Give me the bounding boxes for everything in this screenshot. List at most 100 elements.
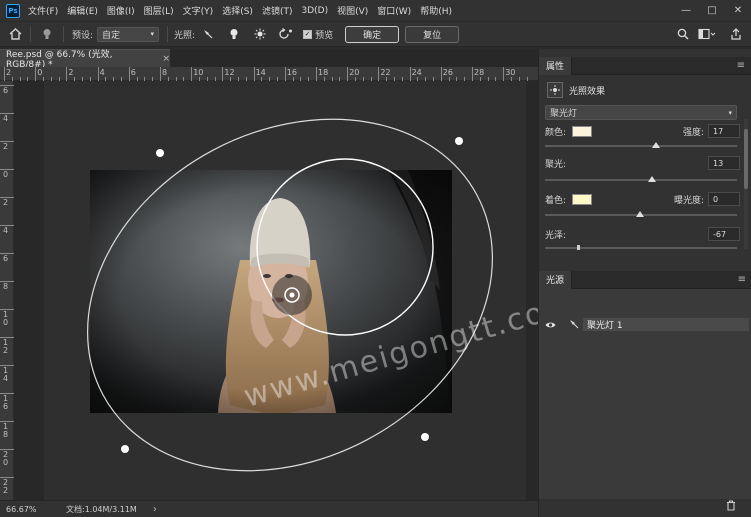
light-layer-name: 聚光灯 1	[587, 321, 623, 331]
color-row: 颜色: 强度: 17	[545, 124, 740, 138]
ruler-v-label: 16	[3, 394, 9, 411]
ruler-tick	[409, 67, 411, 81]
ruler-h-label: 8	[162, 68, 168, 77]
menu-help[interactable]: 帮助(H)	[420, 4, 452, 17]
ellipse-handle-bottom-right[interactable]	[421, 433, 429, 441]
light-color-swatch[interactable]	[572, 125, 593, 137]
hotspot-label: 聚光:	[545, 159, 567, 170]
ruler-v-label: 2	[3, 198, 9, 207]
menu-layer[interactable]: 图层(L)	[144, 4, 174, 17]
trash-icon[interactable]	[726, 500, 736, 514]
lightbulb-icon[interactable]	[31, 28, 63, 40]
ruler-tick	[0, 253, 14, 254]
ruler-tick	[0, 393, 14, 394]
zoom-level[interactable]: 66.67%	[6, 505, 62, 514]
reset-button[interactable]: 复位	[405, 25, 460, 43]
ruler-tick	[472, 67, 473, 81]
ruler-tick	[0, 337, 14, 338]
search-icon[interactable]	[676, 28, 690, 40]
preview-checkbox[interactable]: ✓	[303, 29, 313, 39]
close-tab-icon[interactable]: ×	[162, 54, 170, 64]
tab-properties[interactable]: 属性	[539, 56, 573, 75]
ruler-v-label: 4	[3, 114, 9, 123]
share-icon[interactable]	[729, 28, 743, 40]
hotspot-input[interactable]: 13	[708, 156, 740, 170]
ruler-tick	[253, 67, 255, 81]
gloss-slider[interactable]	[545, 247, 737, 249]
gloss-input[interactable]: -67	[708, 227, 740, 241]
ruler-h-label: 2	[6, 68, 12, 77]
ruler-v-label: 22	[3, 478, 9, 495]
home-icon[interactable]	[0, 28, 30, 40]
ruler-tick	[0, 365, 14, 366]
menu-3d[interactable]: 3D(D)	[301, 6, 328, 16]
intensity-label: 强度:	[682, 127, 704, 138]
ruler-h-label: 4	[99, 68, 105, 77]
maximize-button[interactable]: □	[699, 0, 725, 21]
visibility-eye-icon[interactable]	[545, 321, 556, 332]
chevron-down-icon: ▾	[150, 30, 155, 38]
light-layer-row[interactable]: 聚光灯 1	[583, 318, 749, 331]
menu-type[interactable]: 文字(Y)	[183, 4, 214, 17]
minimize-button[interactable]: —	[673, 0, 699, 21]
menu-select[interactable]: 选择(S)	[222, 4, 253, 17]
intensity-slider-thumb[interactable]	[652, 142, 660, 148]
reset-light-icon[interactable]	[273, 28, 299, 40]
menu-edit[interactable]: 编辑(E)	[67, 4, 98, 17]
light-effect-icon	[547, 82, 563, 98]
light-label: 光照:	[174, 30, 196, 41]
gloss-slider-thumb[interactable]	[577, 245, 580, 250]
light-type-dropdown[interactable]: 聚光灯 ▾	[545, 105, 737, 120]
colorize-label: 着色:	[545, 195, 567, 206]
horizontal-ruler: 2 0 2 4 6 8 10 12 14 16 18 20 22 24 26 28 30	[0, 67, 538, 81]
new-spotlight-icon[interactable]	[195, 28, 221, 40]
ruler-h-label: 20	[349, 68, 360, 77]
hotspot-slider-thumb[interactable]	[648, 176, 656, 182]
intensity-input[interactable]: 17	[708, 124, 740, 138]
ruler-h-label: 28	[474, 68, 485, 77]
ruler-h-label: 18	[318, 68, 329, 77]
properties-scrollbar-thumb[interactable]	[744, 129, 748, 189]
exposure-slider-thumb[interactable]	[636, 211, 644, 217]
effect-title: 光照效果	[569, 86, 606, 97]
ruler-tick	[191, 67, 193, 81]
effect-header: 光照效果	[547, 82, 605, 98]
panel-menu-icon[interactable]: ≡	[738, 274, 746, 285]
menu-view[interactable]: 视图(V)	[337, 4, 368, 17]
document-tab[interactable]: Ree.psd @ 66.7% (光效, RGB/8#) * ×	[0, 49, 170, 70]
colorize-row: 着色: 曝光度: 0	[545, 192, 740, 206]
ruler-tick	[0, 141, 14, 142]
colorize-swatch[interactable]	[572, 193, 593, 205]
preset-dropdown[interactable]: 自定 ▾	[97, 26, 160, 42]
workspace-icon[interactable]	[697, 28, 717, 40]
separator	[167, 26, 169, 42]
ellipse-handle-bottom-left[interactable]	[121, 445, 129, 453]
ruler-tick	[0, 85, 14, 86]
ruler-v-label: 8	[3, 282, 9, 291]
ruler-tick	[378, 67, 380, 81]
ellipse-handle-top-right[interactable]	[455, 137, 463, 145]
ruler-h-label: 2	[68, 68, 74, 77]
ruler-tick	[0, 197, 14, 198]
menu-file[interactable]: 文件(F)	[28, 4, 58, 17]
vertical-ruler: 6 4 2 0 2 4 6 8 10 12 14 16 18 20 22	[0, 81, 14, 500]
ok-button[interactable]: 确定	[345, 25, 400, 43]
menu-filter[interactable]: 滤镜(T)	[262, 4, 293, 17]
canvas-area[interactable]: www.meigongtt.com	[14, 81, 579, 500]
new-point-light-icon[interactable]	[221, 28, 247, 40]
menu-window[interactable]: 窗口(W)	[377, 4, 411, 17]
ruler-tick	[97, 67, 99, 81]
exposure-label: 曝光度:	[673, 195, 704, 206]
new-infinite-light-icon[interactable]	[247, 28, 273, 40]
menu-image[interactable]: 图像(I)	[107, 4, 135, 17]
hotspot-slider[interactable]	[545, 179, 737, 181]
panel-menu-icon[interactable]: ≡	[737, 60, 745, 71]
exposure-input[interactable]: 0	[708, 192, 740, 206]
ruler-tick	[35, 67, 37, 81]
close-window-button[interactable]: ✕	[725, 0, 751, 21]
tab-lights[interactable]: 光源	[539, 270, 573, 289]
ruler-h-label: 0	[37, 68, 43, 77]
status-arrow-icon[interactable]: ›	[153, 504, 157, 515]
intensity-slider[interactable]	[545, 145, 737, 147]
ellipse-handle-top-left[interactable]	[156, 149, 164, 157]
